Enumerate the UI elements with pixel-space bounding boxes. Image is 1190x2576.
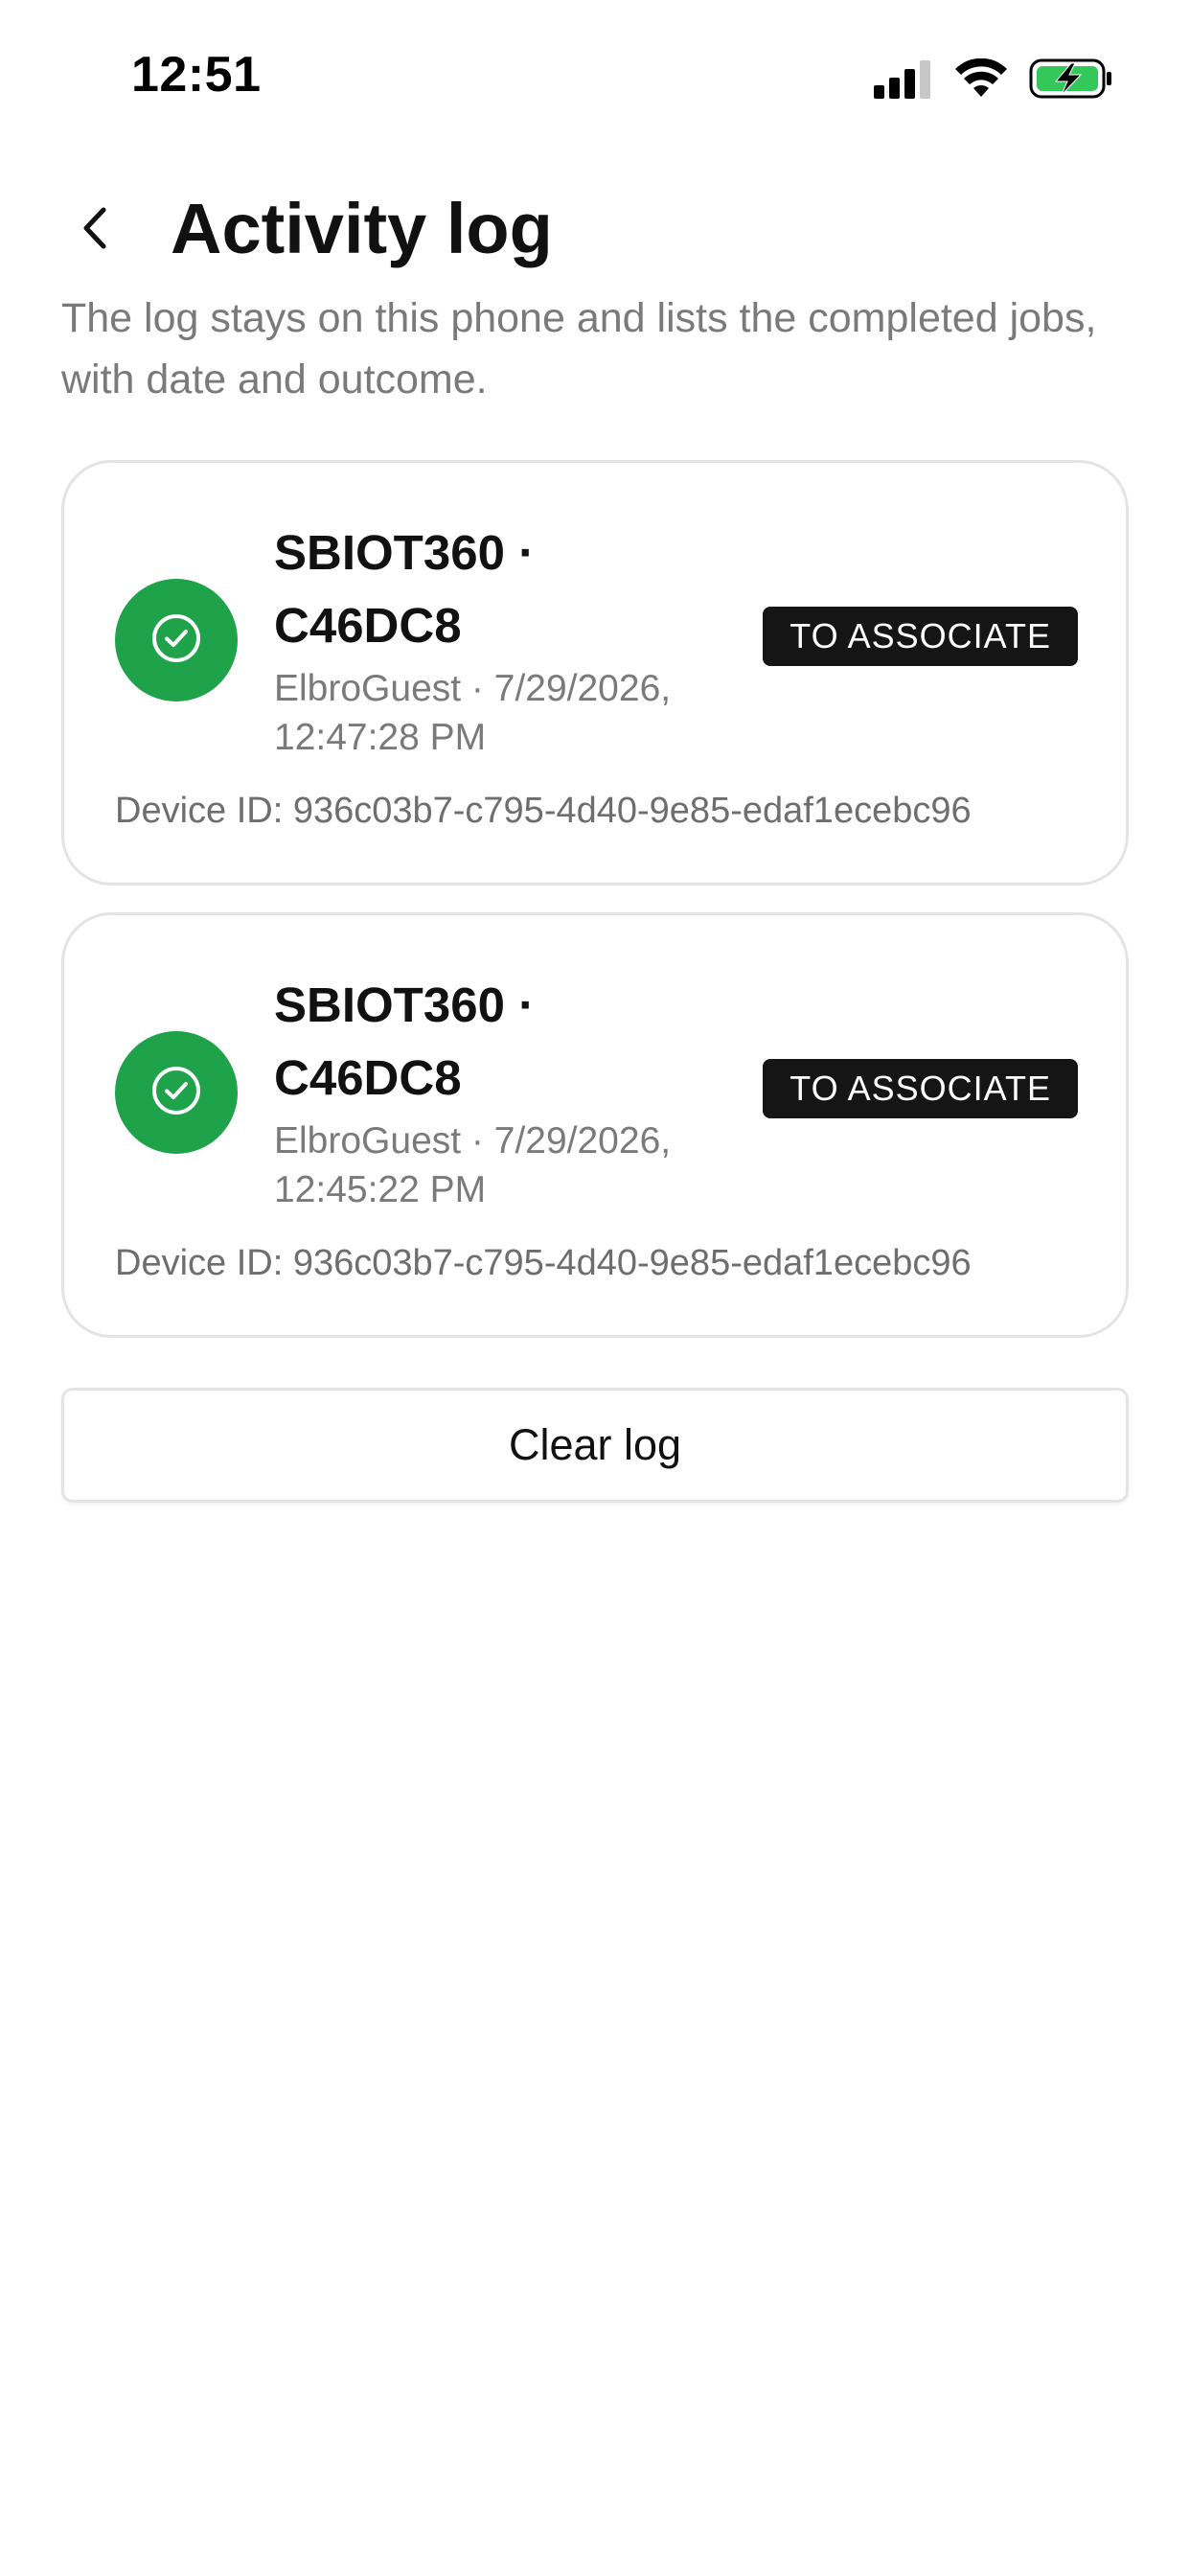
back-button[interactable] — [61, 187, 128, 273]
status-badge: TO ASSOCIATE — [763, 1059, 1078, 1118]
log-entry-meta: ElbroGuest · 7/29/2026, 12:45:22 PM — [274, 1120, 672, 1210]
device-id: Device ID: 936c03b7-c795-4d40-9e85-edaf1… — [115, 1243, 972, 1283]
wifi-icon — [954, 58, 1008, 99]
log-entry-card: SBIOT360 · C46DC8 ElbroGuest · 7/29/2026… — [61, 912, 1129, 1338]
battery-charging-icon — [1029, 58, 1113, 100]
home-indicator — [462, 2538, 728, 2547]
status-bar: 12:51 — [0, 0, 1190, 158]
chevron-left-icon — [79, 204, 111, 257]
log-entry-card: SBIOT360 · C46DC8 ElbroGuest · 7/29/2026… — [61, 460, 1129, 886]
status-time: 12:51 — [131, 47, 262, 103]
log-entry-title: SBIOT360 · C46DC8 — [274, 978, 536, 1105]
clear-log-button[interactable]: Clear log — [61, 1388, 1129, 1503]
cellular-signal-icon — [874, 58, 933, 99]
check-circle-icon — [149, 1064, 203, 1122]
log-entry-meta: ElbroGuest · 7/29/2026, 12:47:28 PM — [274, 668, 672, 758]
success-status-circle — [115, 579, 238, 702]
success-status-circle — [115, 1031, 238, 1154]
log-list: SBIOT360 · C46DC8 ElbroGuest · 7/29/2026… — [61, 460, 1129, 1365]
page-title: Activity log — [171, 189, 553, 268]
log-entry-title: SBIOT360 · C46DC8 — [274, 525, 536, 653]
check-circle-icon — [149, 611, 203, 670]
page-subtitle: The log stays on this phone and lists th… — [61, 295, 1097, 402]
device-id: Device ID: 936c03b7-c795-4d40-9e85-edaf1… — [115, 791, 972, 831]
header: Activity log — [61, 177, 1129, 283]
status-icons — [874, 58, 1113, 100]
status-badge: TO ASSOCIATE — [763, 607, 1078, 666]
